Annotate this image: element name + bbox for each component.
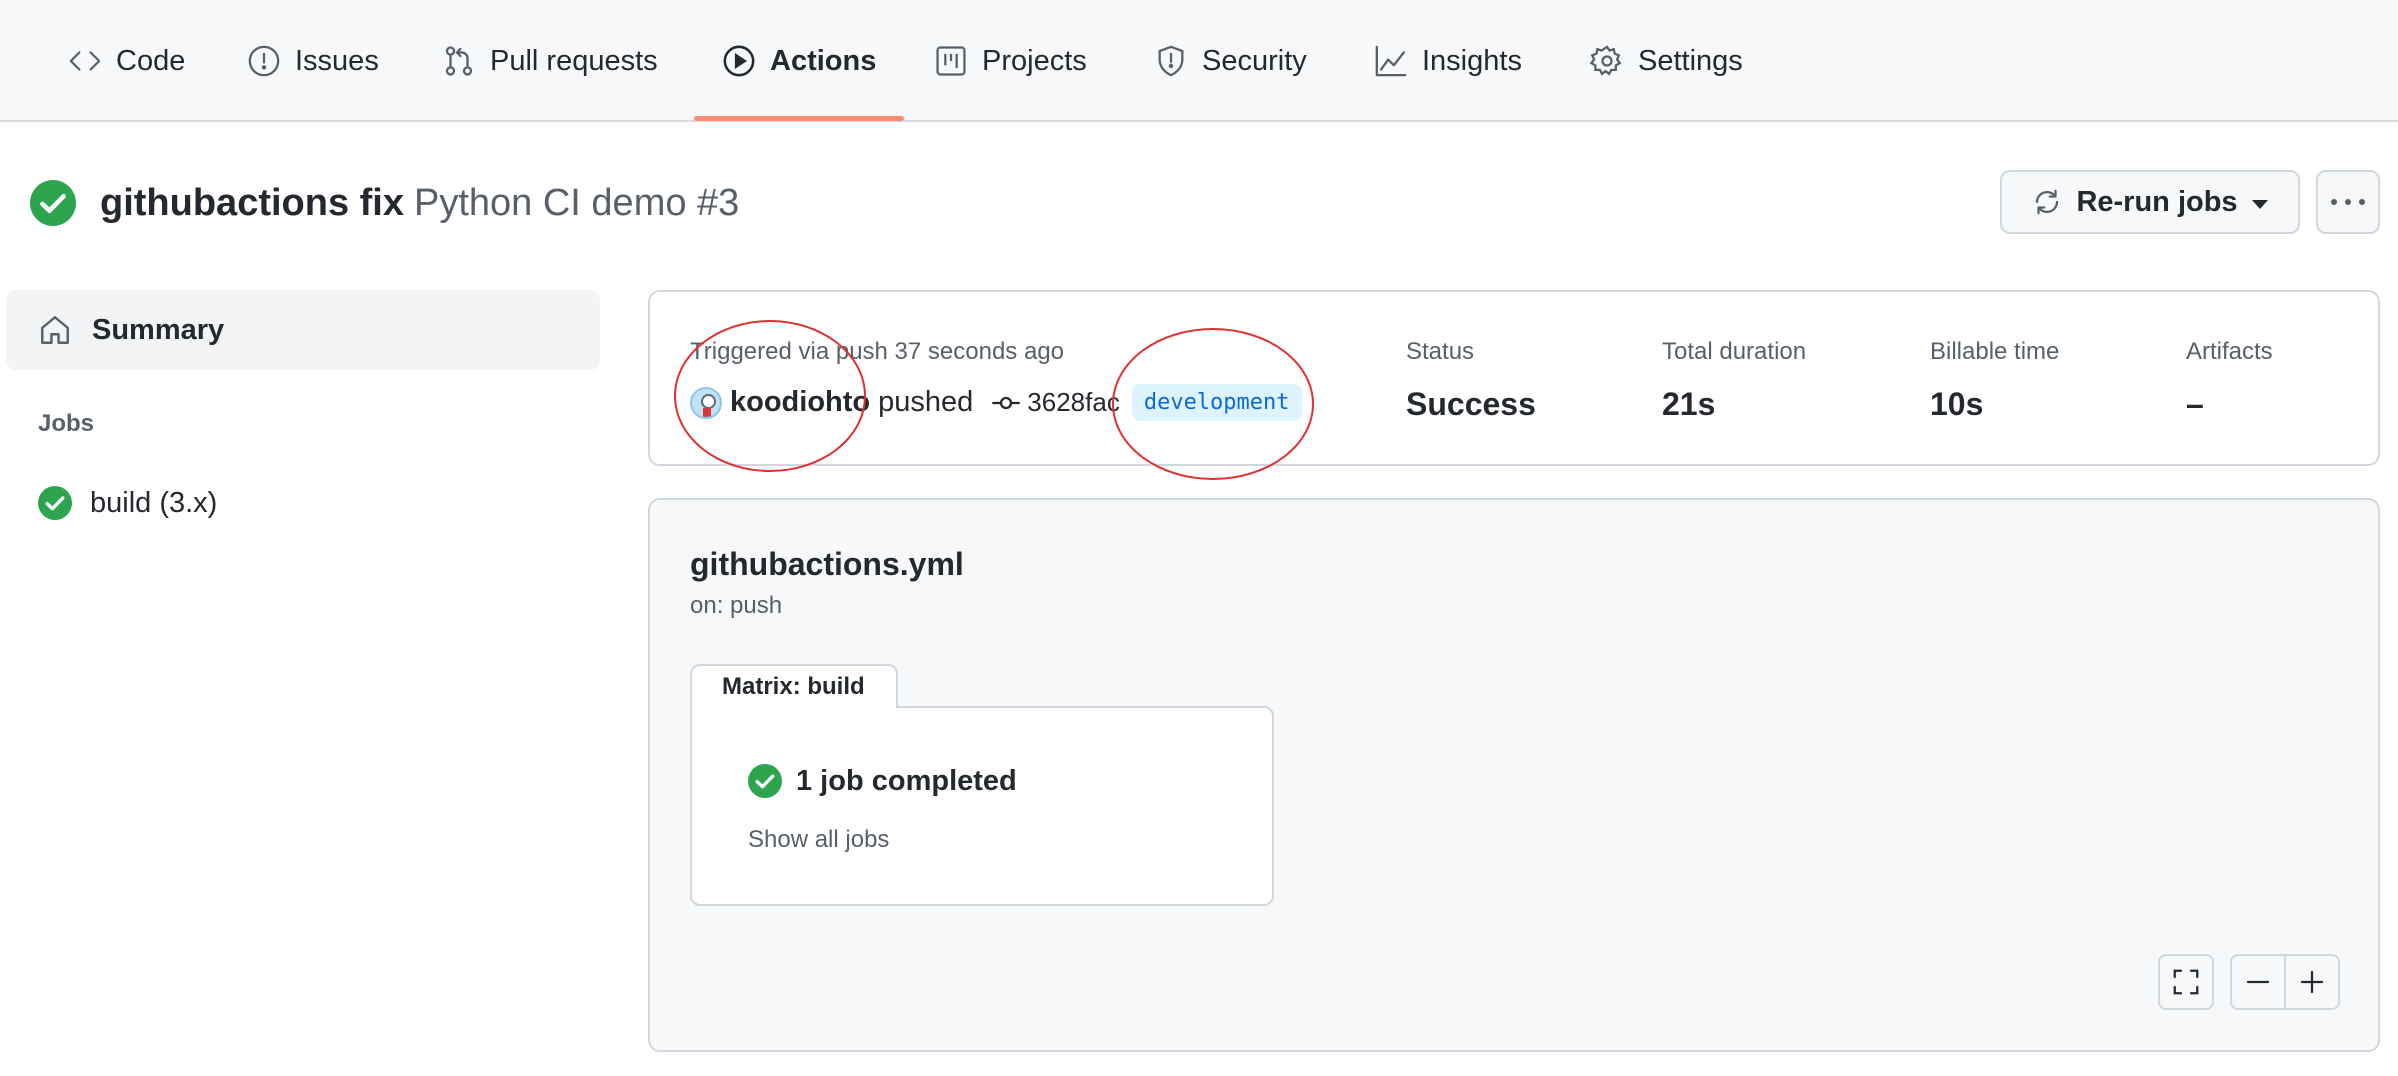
check-circle-icon [30, 180, 76, 226]
run-summary-panel: Triggered via push 37 seconds ago koodio… [648, 290, 2380, 466]
sidebar-jobs-heading: Jobs [38, 410, 95, 437]
kebab-dot-icon [2331, 199, 2337, 205]
tab-settings-label: Settings [1638, 44, 1743, 77]
tab-issues-label: Issues [295, 44, 379, 77]
active-tab-indicator [694, 116, 904, 121]
status-meta: Status Success [1406, 338, 1536, 423]
artifacts-value: – [2186, 386, 2204, 422]
chevron-down-icon [2251, 199, 2268, 209]
status-label: Status [1406, 338, 1475, 365]
rerun-jobs-label: Re-run jobs [2076, 185, 2238, 218]
artifacts-label: Artifacts [2186, 338, 2273, 365]
zoom-out-button[interactable] [2230, 954, 2286, 1010]
tab-projects-label: Projects [982, 44, 1087, 77]
tab-security-label: Security [1202, 44, 1307, 77]
tab-code-label: Code [116, 44, 186, 77]
duration-label: Total duration [1662, 338, 1807, 365]
fullscreen-icon [2173, 969, 2199, 995]
home-icon [41, 316, 69, 344]
workflow-trigger: on: push [690, 592, 783, 619]
matrix-status-label: 1 job completed [796, 764, 1017, 797]
graph-icon [1375, 45, 1407, 77]
shield-icon [1158, 45, 1184, 77]
actor-link[interactable]: koodiohto [730, 386, 870, 419]
duration-value: 21s [1662, 386, 1716, 422]
matrix-tab: Matrix: build [690, 664, 898, 708]
check-circle-icon [748, 764, 782, 798]
more-options-button[interactable] [2316, 170, 2380, 234]
duration-meta: Total duration 21s [1662, 338, 1806, 423]
sidebar-summary-label: Summary [92, 313, 225, 346]
tab-issues[interactable]: Issues [247, 0, 379, 122]
project-icon [936, 46, 966, 76]
run-header: githubactions fix Python CI demo #3 [30, 172, 739, 234]
run-subtitle: Python CI demo #3 [414, 181, 740, 224]
sidebar-item-summary[interactable]: Summary [6, 290, 600, 370]
commit-sha-link[interactable]: 3628fac [1027, 387, 1120, 418]
artifacts-meta: Artifacts – [2186, 338, 2273, 423]
matrix-status: 1 job completed [748, 764, 1017, 798]
minus-icon [2246, 980, 2270, 984]
workflow-file-name[interactable]: githubactions.yml [690, 546, 964, 583]
tab-actions-label: Actions [770, 44, 877, 77]
workflow-graph: githubactions.yml on: push Matrix: build… [648, 498, 2380, 1052]
tab-settings[interactable]: Settings [1590, 0, 1743, 122]
billable-label: Billable time [1930, 338, 2060, 365]
pull-request-icon [445, 46, 473, 76]
push-info: koodiohto pushed 3628fac development [690, 384, 1302, 421]
rerun-jobs-button[interactable]: Re-run jobs [2000, 170, 2300, 234]
fullscreen-button[interactable] [2158, 954, 2214, 1010]
tab-insights[interactable]: Insights [1374, 0, 1522, 122]
branch-badge[interactable]: development [1131, 384, 1302, 421]
kebab-dot-icon [2359, 199, 2365, 205]
tab-pull-requests-label: Pull requests [490, 44, 658, 77]
code-icon [69, 51, 101, 71]
tab-code[interactable]: Code [68, 0, 185, 122]
issue-icon [248, 45, 280, 77]
status-value: Success [1406, 386, 1536, 422]
plus-icon [2300, 970, 2324, 994]
sidebar-item-build-job[interactable]: build (3.x) [38, 486, 217, 520]
push-action-text: pushed [878, 386, 974, 418]
sync-icon [2036, 189, 2059, 215]
tab-projects[interactable]: Projects [934, 0, 1087, 122]
tab-actions[interactable]: Actions [722, 0, 876, 122]
billable-value: 10s [1930, 386, 1984, 422]
kebab-dot-icon [2345, 199, 2351, 205]
commit-icon [992, 396, 1021, 409]
repo-nav: Code Issues Pull requests Actions Projec… [0, 0, 2398, 122]
billable-meta: Billable time 10s [1930, 338, 2059, 423]
matrix-card[interactable]: 1 job completed Show all jobs [690, 706, 1274, 906]
tab-insights-label: Insights [1422, 44, 1522, 77]
zoom-in-button[interactable] [2284, 954, 2340, 1010]
avatar[interactable] [690, 386, 722, 419]
play-icon [723, 45, 755, 77]
run-title: githubactions fix [100, 181, 404, 224]
tab-pull-requests[interactable]: Pull requests [442, 0, 658, 122]
show-all-jobs-link[interactable]: Show all jobs [748, 826, 889, 854]
sidebar-job-label: build (3.x) [90, 486, 218, 519]
check-circle-icon [38, 486, 72, 520]
gear-icon [1590, 45, 1622, 76]
trigger-text: Triggered via push 37 seconds ago [690, 338, 1065, 365]
tab-security[interactable]: Security [1154, 0, 1307, 122]
